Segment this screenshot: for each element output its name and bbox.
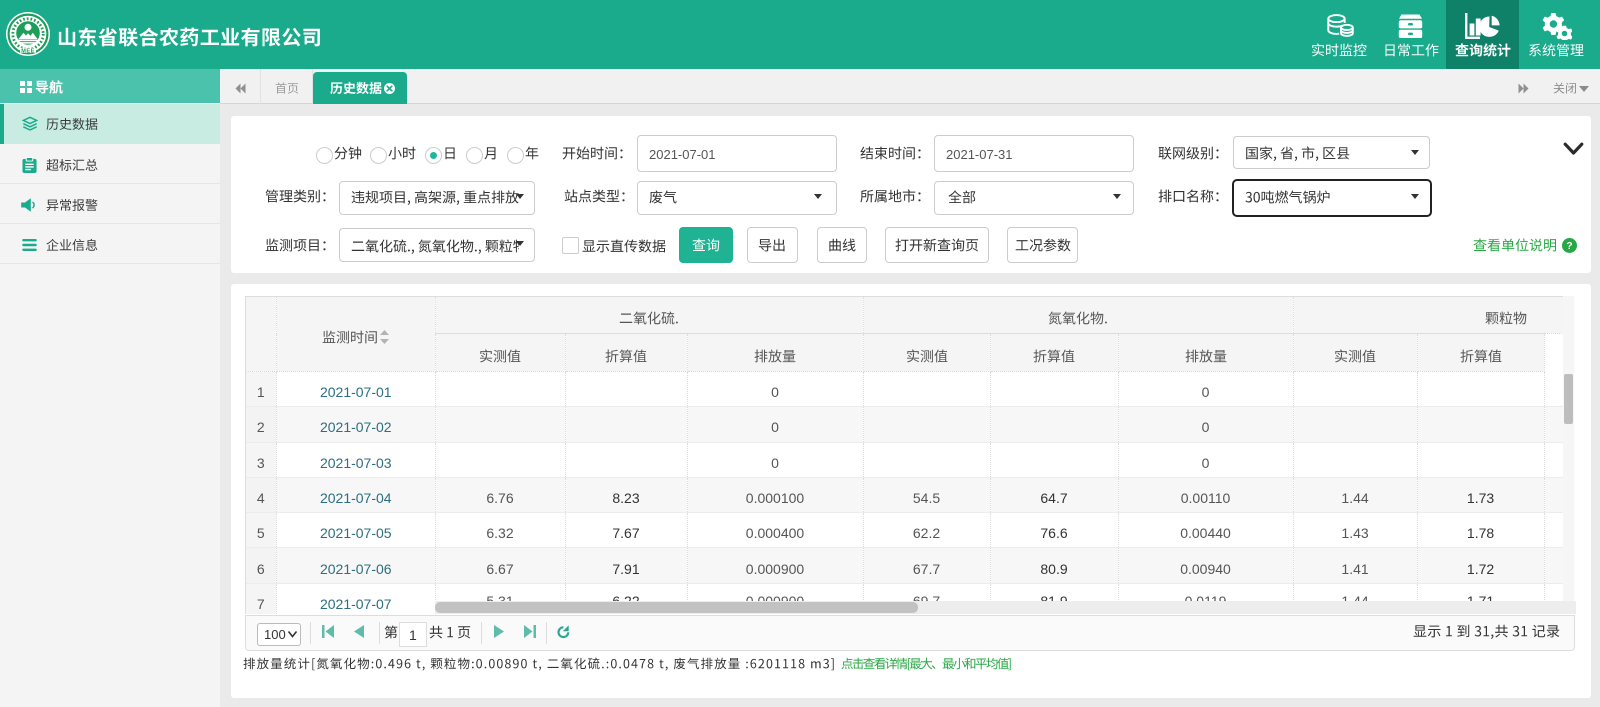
- svg-text:MEE: MEE: [21, 49, 35, 55]
- svg-text:?: ?: [1566, 240, 1572, 252]
